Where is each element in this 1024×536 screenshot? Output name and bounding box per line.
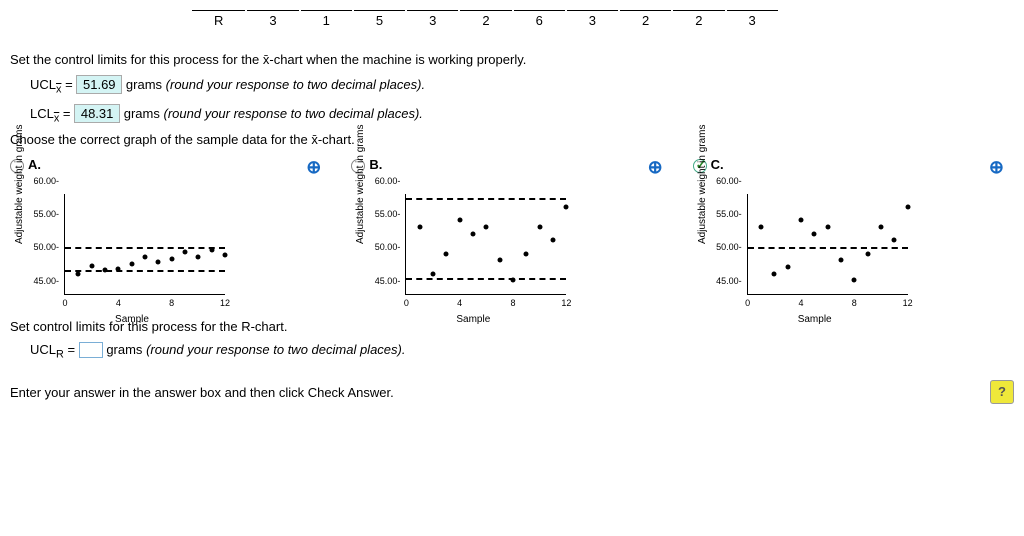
magnify-icon[interactable]: ⊕ xyxy=(648,157,663,178)
prompt-xbar-limits: Set the control limits for this process … xyxy=(10,52,1014,67)
ucl-input[interactable]: 51.69 xyxy=(76,75,122,94)
uclr-input[interactable] xyxy=(79,342,103,358)
magnify-icon[interactable]: ⊕ xyxy=(989,157,1004,178)
magnify-icon[interactable]: ⊕ xyxy=(306,157,321,178)
option-c[interactable]: C. ⊕ Adjustable weight in grams60.00-55.… xyxy=(693,157,1014,309)
prompt-choose-graph: Choose the correct graph of the sample d… xyxy=(10,132,1014,147)
chart-b: Adjustable weight in grams60.00-55.00-50… xyxy=(363,179,583,309)
chart-a: Adjustable weight in grams60.00-55.00-50… xyxy=(22,179,242,309)
ucl-line: UCLx = 51.69 grams (round your response … xyxy=(30,75,1014,96)
chart-c: Adjustable weight in grams60.00-55.00-50… xyxy=(705,179,925,309)
lcl-input[interactable]: 48.31 xyxy=(74,104,120,123)
uclr-line: UCLR = grams (round your response to two… xyxy=(30,342,1014,361)
r-data-table: R 3 1 5 3 2 6 3 2 2 3 xyxy=(190,8,780,32)
lcl-line: LCLx = 48.31 grams (round your response … xyxy=(30,104,1014,125)
footer-text: Enter your answer in the answer box and … xyxy=(10,385,394,400)
option-b[interactable]: B. ⊕ Adjustable weight in grams60.00-55.… xyxy=(351,157,672,309)
option-a[interactable]: A. ⊕ Adjustable weight in grams60.00-55.… xyxy=(10,157,331,309)
r-label: R xyxy=(192,10,245,30)
help-button[interactable]: ? xyxy=(990,380,1014,404)
